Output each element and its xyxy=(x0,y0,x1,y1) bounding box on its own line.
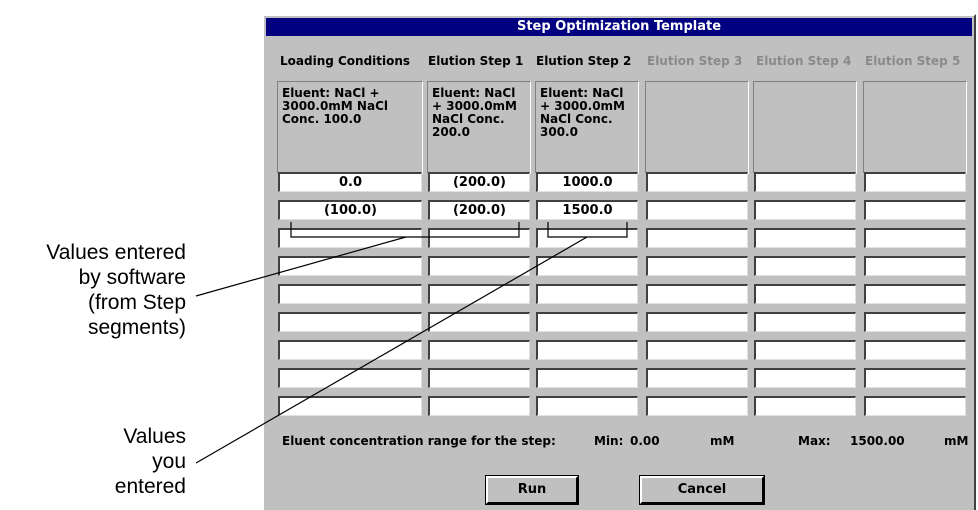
column-info-box xyxy=(863,81,967,174)
grid-cell[interactable] xyxy=(646,256,748,276)
grid-cell[interactable] xyxy=(864,396,966,416)
grid-cell[interactable] xyxy=(754,312,856,332)
grid-cell[interactable] xyxy=(646,172,748,192)
dialog-title: Step Optimization Template xyxy=(266,18,972,36)
grid-cell[interactable] xyxy=(646,284,748,304)
grid-cell[interactable] xyxy=(864,340,966,360)
grid-cell[interactable] xyxy=(278,340,422,360)
column-info-text: Eluent: NaCl + 3000.0mM NaCl Conc. 200.0 xyxy=(432,86,517,139)
grid-cell[interactable] xyxy=(754,228,856,248)
grid-cell[interactable] xyxy=(754,284,856,304)
range-label: Eluent concentration range for the step: xyxy=(282,434,556,448)
grid-cell[interactable] xyxy=(428,312,530,332)
grid-cell[interactable] xyxy=(536,256,638,276)
grid-cell[interactable] xyxy=(278,368,422,388)
grid-cell[interactable] xyxy=(864,172,966,192)
grid-cell[interactable] xyxy=(428,228,530,248)
grid-cell[interactable] xyxy=(278,284,422,304)
run-button[interactable]: Run xyxy=(485,475,579,505)
grid-cell[interactable] xyxy=(864,368,966,388)
column-header: Elution Step 3 xyxy=(647,54,743,68)
grid-cell[interactable] xyxy=(536,312,638,332)
grid-cell[interactable] xyxy=(754,200,856,220)
min-value: 0.00 xyxy=(630,434,660,448)
max-label: Max: xyxy=(798,434,831,448)
grid-cell[interactable] xyxy=(864,200,966,220)
min-label: Min: xyxy=(594,434,624,448)
grid-cell[interactable] xyxy=(278,396,422,416)
grid-cell[interactable]: (200.0) xyxy=(428,172,530,192)
grid-cell[interactable] xyxy=(646,200,748,220)
grid-cell[interactable] xyxy=(754,396,856,416)
column-info-box xyxy=(753,81,857,174)
grid-cell[interactable] xyxy=(428,256,530,276)
grid-cell[interactable] xyxy=(754,256,856,276)
grid-cell[interactable] xyxy=(428,340,530,360)
column-info-box xyxy=(645,81,749,174)
grid-cell[interactable] xyxy=(646,340,748,360)
grid-cell[interactable] xyxy=(278,312,422,332)
grid-cell[interactable]: (200.0) xyxy=(428,200,530,220)
callout-user-text: Values you entered xyxy=(114,425,186,498)
grid-cell[interactable]: (100.0) xyxy=(278,200,422,220)
grid-cell[interactable] xyxy=(536,368,638,388)
grid-cell[interactable] xyxy=(646,312,748,332)
grid-cell[interactable] xyxy=(754,368,856,388)
grid-cell[interactable]: 1500.0 xyxy=(536,200,638,220)
max-value: 1500.00 xyxy=(850,434,905,448)
grid-cell[interactable] xyxy=(864,228,966,248)
grid-cell[interactable]: 1000.0 xyxy=(536,172,638,192)
callout-user-values: Values you entered xyxy=(115,424,186,499)
grid-cell[interactable] xyxy=(754,340,856,360)
step-optimization-dialog: Step Optimization Template Loading Condi… xyxy=(262,14,976,510)
column-header: Elution Step 1 xyxy=(428,54,524,68)
grid-cell[interactable] xyxy=(428,368,530,388)
grid-cell[interactable] xyxy=(428,396,530,416)
column-header: Loading Conditions xyxy=(280,54,411,68)
cancel-button[interactable]: Cancel xyxy=(639,475,765,505)
column-info-box: Eluent: NaCl + 3000.0mM NaCl Conc. 100.0 xyxy=(277,81,423,174)
grid-cell[interactable]: 0.0 xyxy=(278,172,422,192)
min-unit: mM xyxy=(710,434,735,448)
callout-software-text: Values entered by software (from Step se… xyxy=(46,241,186,339)
column-header: Elution Step 5 xyxy=(865,54,961,68)
grid-cell[interactable] xyxy=(864,312,966,332)
grid-cell[interactable] xyxy=(646,228,748,248)
grid-cell[interactable] xyxy=(864,284,966,304)
grid-cell[interactable] xyxy=(536,340,638,360)
column-info-box: Eluent: NaCl + 3000.0mM NaCl Conc. 300.0 xyxy=(535,81,639,174)
grid-cell[interactable] xyxy=(646,396,748,416)
grid-cell[interactable] xyxy=(536,396,638,416)
grid-cell[interactable] xyxy=(754,172,856,192)
grid-cell[interactable] xyxy=(278,256,422,276)
grid-cell[interactable] xyxy=(278,228,422,248)
column-header: Elution Step 2 xyxy=(536,54,632,68)
grid-cell[interactable] xyxy=(428,284,530,304)
column-info-text: Eluent: NaCl + 3000.0mM NaCl Conc. 100.0 xyxy=(282,86,388,126)
column-header: Elution Step 4 xyxy=(756,54,852,68)
callout-software-values: Values entered by software (from Step se… xyxy=(46,240,186,340)
column-info-box: Eluent: NaCl + 3000.0mM NaCl Conc. 200.0 xyxy=(427,81,531,174)
grid-cell[interactable] xyxy=(864,256,966,276)
grid-cell[interactable] xyxy=(536,228,638,248)
grid-cell[interactable] xyxy=(536,284,638,304)
max-unit: mM xyxy=(944,434,969,448)
column-info-text: Eluent: NaCl + 3000.0mM NaCl Conc. 300.0 xyxy=(540,86,625,139)
grid-cell[interactable] xyxy=(646,368,748,388)
